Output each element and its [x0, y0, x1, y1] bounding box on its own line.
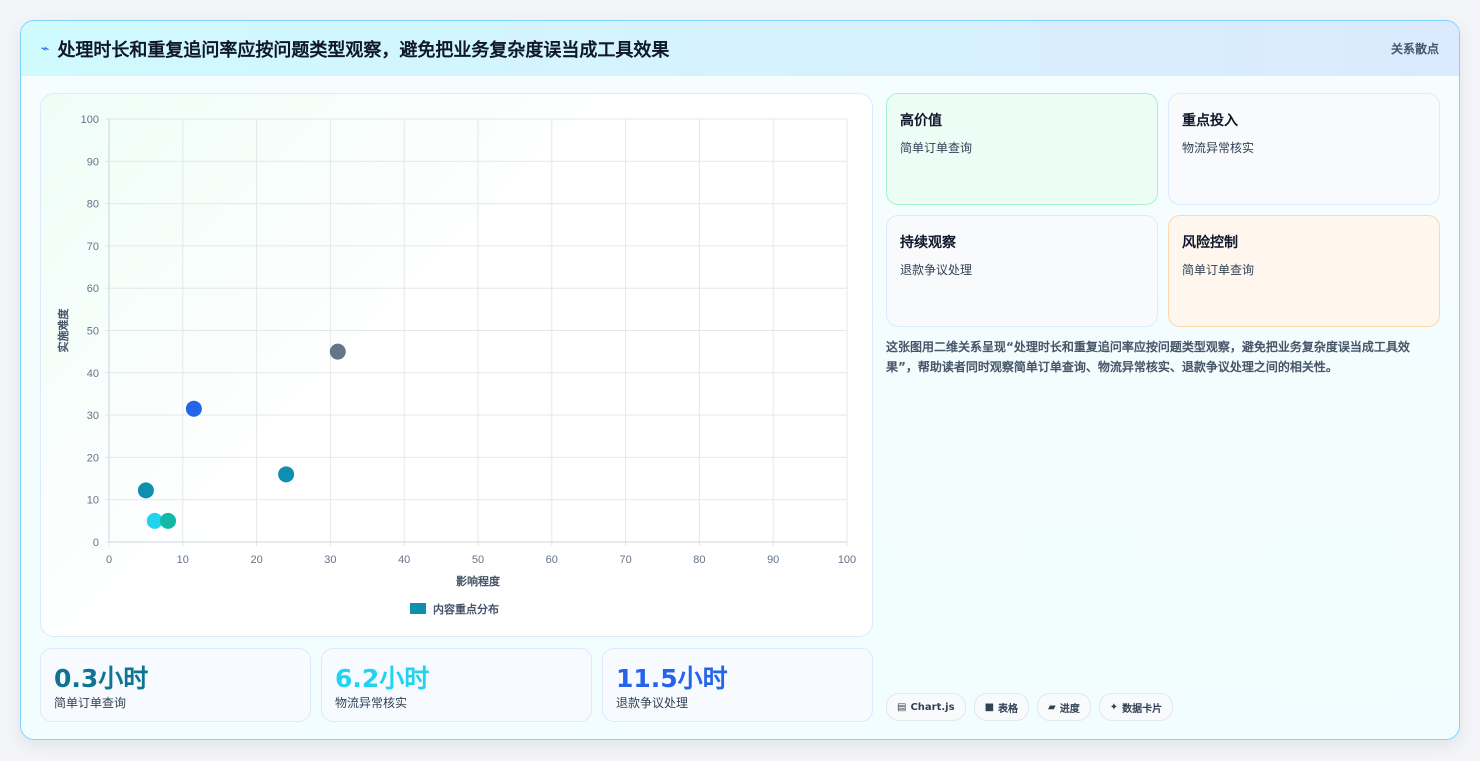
y-tick-label: 0 [93, 537, 99, 549]
quadrant-title: 重点投入 [1182, 113, 1238, 129]
scatter-chart-panel: 0 10 20 30 40 50 60 70 80 90 100 0 10 20 30 40 50 60 70 80 9… [40, 93, 873, 637]
quadrant-title: 风险控制 [1182, 235, 1238, 251]
y-tick-label: 40 [87, 368, 99, 380]
x-tick-label: 70 [619, 554, 631, 566]
y-tick-label: 50 [87, 326, 99, 338]
quadrant-title: 高价值 [900, 113, 942, 129]
stat-card-2: 6.2小时 物流异常核实 [321, 648, 592, 722]
chip-progress[interactable]: ▰ 进度 [1037, 693, 1091, 721]
stat-value: 6.2小时 [335, 664, 430, 693]
report-card: ⌁ 处理时长和重复追问率应按问题类型观察，避免把业务复杂度误当成工具效果 关系散… [20, 20, 1460, 740]
stat-label: 退款争议处理 [616, 696, 689, 710]
x-tick-label: 100 [838, 554, 856, 566]
page-title: 处理时长和重复追问率应按问题类型观察，避免把业务复杂度误当成工具效果 [57, 39, 670, 61]
quadrant-value: 简单订单查询 [900, 141, 973, 155]
x-tick-label: 50 [472, 554, 484, 566]
chart-icon: ▤ [897, 701, 907, 713]
x-tick-label: 40 [398, 554, 410, 566]
progress-icon: ▰ [1048, 701, 1056, 713]
y-tick-label: 100 [81, 114, 99, 126]
scatter-chart: 0 10 20 30 40 50 60 70 80 90 100 0 10 20 30 40 50 60 70 80 9… [56, 114, 856, 616]
chip-data-card[interactable]: ✦ 数据卡片 [1098, 693, 1174, 721]
sparkle-icon: ✦ [1109, 701, 1119, 713]
stat-card-1: 0.3小时 简单订单查询 [40, 648, 311, 722]
chart-type-tag: 关系散点 [1390, 42, 1439, 56]
chip-label: 数据卡片 [1122, 703, 1163, 715]
scatter-point [185, 400, 202, 417]
x-tick-label: 90 [767, 554, 779, 566]
scatter-point [278, 466, 295, 483]
quadrant-keep-watching: 持续观察 退款争议处理 [886, 215, 1158, 327]
x-tick-label: 20 [250, 554, 262, 566]
y-tick-label: 80 [87, 199, 99, 211]
chip-table[interactable]: ■ 表格 [973, 693, 1030, 721]
feature-chips: ▤ Chart.js ■ 表格 ▰ 进度 ✦ 数据卡片 [886, 693, 1174, 721]
chip-label: 进度 [1059, 703, 1080, 715]
chip-chartjs[interactable]: ▤ Chart.js [886, 693, 966, 721]
quadrant-value: 退款争议处理 [900, 263, 973, 277]
chart-description: 这张图用二维关系呈现“处理时长和重复追问率应按问题类型观察，避免把业务复杂度误当… [886, 340, 1410, 374]
x-tick-label: 80 [693, 554, 705, 566]
scatter-point [137, 482, 154, 499]
card-header: ⌁ 处理时长和重复追问率应按问题类型观察，避免把业务复杂度误当成工具效果 关系散… [21, 21, 1459, 76]
quadrant-title: 持续观察 [900, 235, 956, 251]
legend-label: 内容重点分布 [433, 602, 499, 616]
quadrant-high-value: 高价值 简单订单查询 [886, 93, 1158, 205]
quadrant-value: 物流异常核实 [1182, 141, 1255, 155]
y-tick-label: 20 [87, 452, 99, 464]
stat-label: 物流异常核实 [335, 696, 408, 710]
y-tick-label: 90 [87, 156, 99, 168]
y-axis-title: 实施难度 [56, 308, 70, 353]
x-tick-label: 0 [106, 554, 112, 566]
y-tick-label: 70 [87, 241, 99, 253]
stat-value: 0.3小时 [54, 664, 149, 693]
stat-label: 简单订单查询 [54, 696, 127, 710]
y-tick-label: 30 [87, 410, 99, 422]
scatter-point [160, 512, 177, 529]
y-tick-label: 60 [87, 283, 99, 295]
chip-label: Chart.js [910, 701, 955, 713]
chip-label: 表格 [998, 703, 1019, 715]
stat-card-3: 11.5小时 退款争议处理 [602, 648, 873, 722]
x-tick-label: 30 [324, 554, 336, 566]
quadrant-key-investment: 重点投入 物流异常核实 [1168, 93, 1440, 205]
lightning-icon: ⌁ [41, 40, 50, 57]
legend-swatch [410, 603, 426, 614]
y-tick-label: 10 [87, 495, 99, 507]
stat-value: 11.5小时 [616, 664, 728, 693]
x-tick-label: 60 [546, 554, 558, 566]
x-tick-label: 10 [177, 554, 189, 566]
scatter-point [329, 343, 346, 360]
x-axis-title: 影响程度 [456, 574, 501, 588]
quadrant-risk-control: 风险控制 简单订单查询 [1168, 215, 1440, 327]
table-icon: ■ [984, 701, 995, 713]
quadrant-value: 简单订单查询 [1182, 263, 1255, 277]
